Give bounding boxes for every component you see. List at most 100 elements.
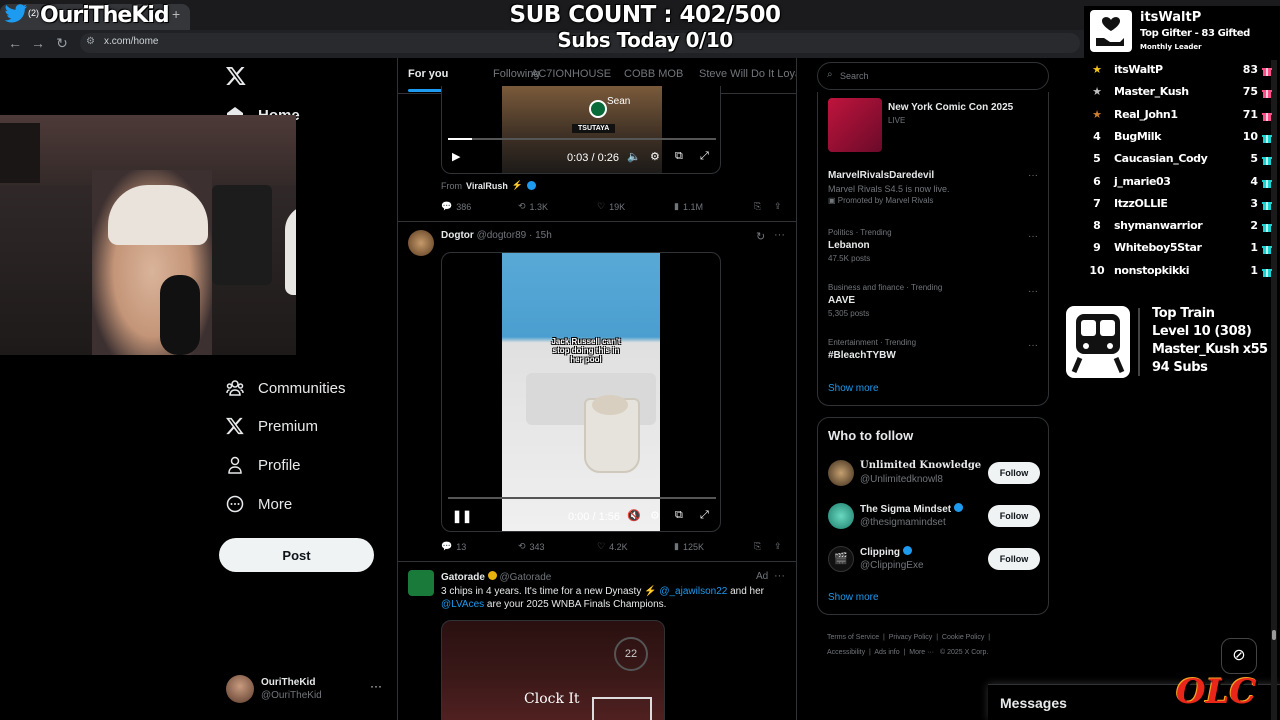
mention-link[interactable]: @_ajawilson22 [659, 586, 727, 597]
gifter-name: ItzzOLLIE [1114, 196, 1168, 210]
top-train-card: Top Train Level 10 (308) Master_Kush x55… [1066, 306, 1280, 382]
pause-icon[interactable]: ❚❚ [452, 509, 472, 523]
user-name-text: The Sigma Mindset [860, 504, 952, 515]
trend-item[interactable]: Business and finance · Trending AAVE 5,3… [828, 283, 1040, 318]
show-more-link[interactable]: Show more [828, 383, 879, 394]
footer-link[interactable]: More ··· [909, 649, 934, 656]
user-handle: @thesigmamindset [860, 517, 946, 528]
sidebar-item-more[interactable]: More [226, 490, 292, 518]
settings-icon[interactable]: ⚙ [650, 509, 660, 522]
footer-link[interactable]: Privacy Policy [889, 634, 933, 641]
event-status: LIVE [888, 116, 906, 125]
more-dots-icon[interactable]: ··· [1028, 231, 1038, 242]
share-icon[interactable]: ⇪ [774, 201, 782, 212]
event-title[interactable]: New York Comic Con 2025 [888, 102, 1013, 113]
share-icon[interactable]: ⇪ [774, 541, 782, 552]
trend-sub: Marvel Rivals S4.5 is now live. [828, 184, 950, 194]
views-button[interactable]: ▮ 125K [674, 541, 704, 552]
rank-star-icon: ★ [1092, 85, 1102, 99]
settings-icon[interactable]: ⚙ [650, 150, 660, 163]
show-more-link[interactable]: Show more [828, 592, 879, 603]
author-handle: @Gatorade [499, 572, 552, 583]
follow-button[interactable]: Follow [988, 505, 1040, 527]
like-button[interactable]: ♡ 19K [597, 201, 625, 212]
user-name[interactable]: Unlimited Knowledge [860, 460, 981, 471]
progress-fill [448, 138, 473, 140]
progress-track[interactable] [448, 497, 716, 499]
grok-icon[interactable]: ↻ [756, 230, 765, 243]
author-name[interactable]: Gatorade [441, 572, 485, 583]
gift-heart-hand-icon [1090, 10, 1132, 52]
avatar[interactable] [828, 503, 854, 529]
fullscreen-icon[interactable]: ⤢ [700, 509, 709, 522]
sidebar-item-communities[interactable]: Communities [226, 374, 346, 402]
pip-icon[interactable]: ⧉ [675, 509, 683, 522]
search-input[interactable]: ⌕ Search [817, 62, 1049, 90]
user-name[interactable]: Clipping [860, 546, 912, 558]
trend-item[interactable]: Entertainment · Trending #BleachTYBW [828, 338, 1040, 361]
repost-button[interactable]: ⟲ 1.3K [518, 201, 548, 212]
mention-link[interactable]: @LVAces [441, 599, 484, 610]
footer-link[interactable]: Ads info [874, 649, 899, 656]
scrollbar-thumb[interactable] [1272, 630, 1276, 640]
pip-icon[interactable]: ⧉ [675, 150, 683, 163]
event-thumbnail[interactable] [828, 98, 882, 152]
like-button[interactable]: ♡ 4.2K [597, 541, 628, 552]
x-logo-icon[interactable] [226, 67, 246, 85]
more-dots-icon[interactable]: ··· [1028, 286, 1038, 297]
dog [592, 395, 628, 415]
search-icon: ⌕ [827, 69, 833, 80]
more-dots-icon[interactable]: ··· [370, 679, 382, 693]
search-placeholder: Search [840, 71, 869, 81]
more-dots-icon[interactable]: ··· [1028, 340, 1038, 351]
sidebar-item-premium[interactable]: Premium [226, 412, 318, 440]
avatar[interactable] [408, 230, 434, 256]
follow-button[interactable]: Follow [988, 462, 1040, 484]
avatar[interactable] [828, 460, 854, 486]
leaderboard-row: 4 BugMilk 10 [1086, 130, 1276, 152]
tab-cobb-mob[interactable]: COBB MOB [624, 68, 683, 80]
tab-for-you[interactable]: For you [408, 68, 448, 80]
more-dots-icon[interactable]: ··· [774, 229, 785, 241]
clapperboard-icon[interactable]: 🎬 [828, 546, 854, 572]
user-name[interactable]: The Sigma Mindset [860, 503, 963, 515]
progress-track[interactable] [448, 138, 716, 140]
reply-button[interactable]: 💬 13 [441, 541, 466, 552]
user-handle: @Unlimitedknowl8 [860, 474, 943, 485]
grok-icon[interactable]: ⊘ [1221, 638, 1257, 674]
footer-link[interactable]: Terms of Service [827, 634, 879, 641]
reply-icon: 💬 [441, 201, 453, 211]
author-name[interactable]: Dogtor [441, 230, 474, 241]
trend-item[interactable]: MarvelRivalsDaredevil Marvel Rivals S4.5… [828, 170, 1040, 205]
tab-ac7ionhouse[interactable]: AC7IONHOUSE [531, 68, 611, 80]
footer-link[interactable]: Cookie Policy [942, 634, 984, 641]
bookmark-icon[interactable]: ⎘ [754, 201, 761, 212]
fullscreen-icon[interactable]: ⤢ [700, 150, 709, 163]
views-button[interactable]: ▮ 1.1M [674, 201, 703, 212]
gift-count: 83 [1242, 63, 1258, 76]
account-switcher[interactable]: OuriTheKid @OuriTheKid ··· [226, 675, 386, 705]
mute-icon[interactable]: 🔇 [627, 509, 641, 522]
post3-video[interactable]: 22 Clock It [441, 620, 665, 720]
more-dots-icon[interactable]: ··· [774, 570, 785, 582]
gatorade-avatar[interactable] [408, 570, 434, 596]
tab-steve-will-do-it-loyal[interactable]: Steve Will Do It Loyal [699, 68, 796, 80]
more-dots-icon[interactable]: ··· [1028, 170, 1038, 181]
trend-item[interactable]: Politics · Trending Lebanon 47.5K posts [828, 228, 1040, 263]
post1-video[interactable]: Sean TSUTAYA ▶ 0:03 / 0:26 🔈 ⚙ ⧉ ⤢ [441, 86, 721, 174]
reply-button[interactable]: 💬 386 [441, 201, 471, 212]
bookmark-icon[interactable]: ⎘ [754, 541, 761, 552]
post-button[interactable]: Post [219, 538, 374, 572]
play-icon[interactable]: ▶ [452, 150, 460, 163]
gifter-name: Real_John1 [1114, 107, 1178, 121]
gift-count: 2 [1250, 219, 1258, 233]
repost-button[interactable]: ⟲ 343 [518, 541, 545, 552]
follow-button[interactable]: Follow [988, 548, 1040, 570]
trend-category: Entertainment · Trending [828, 338, 917, 347]
sidebar-item-profile[interactable]: Profile [226, 451, 301, 479]
volume-icon[interactable]: 🔈 [627, 150, 641, 163]
footer-link[interactable]: Accessibility [827, 649, 865, 656]
post2-video[interactable]: Jack Russell can't stop doing this in he… [441, 252, 721, 532]
source-name[interactable]: ViralRush [466, 181, 508, 191]
rank-number: 9 [1093, 241, 1101, 255]
